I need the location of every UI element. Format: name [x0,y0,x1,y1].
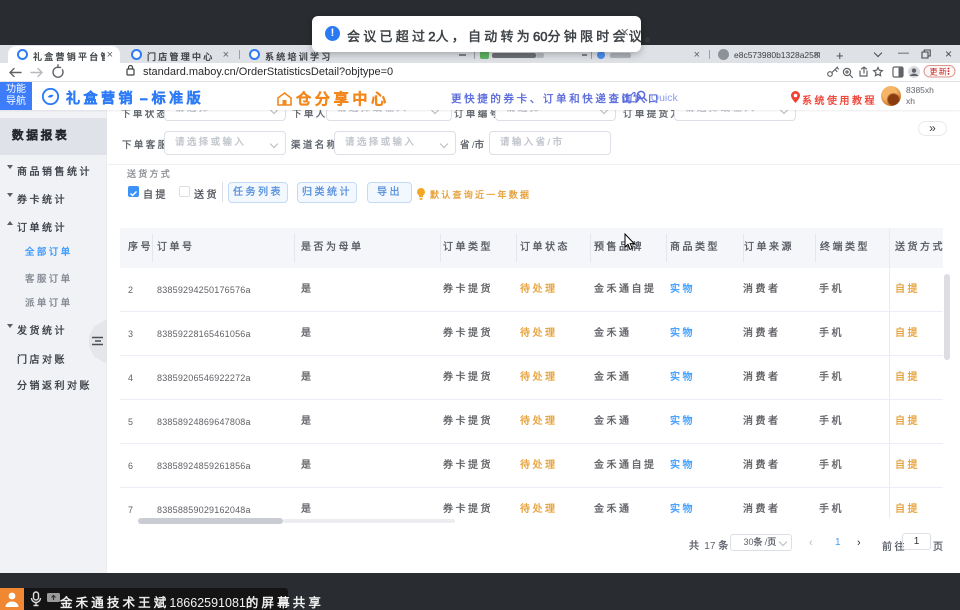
svg-text:更新: 更新 [930,67,948,77]
